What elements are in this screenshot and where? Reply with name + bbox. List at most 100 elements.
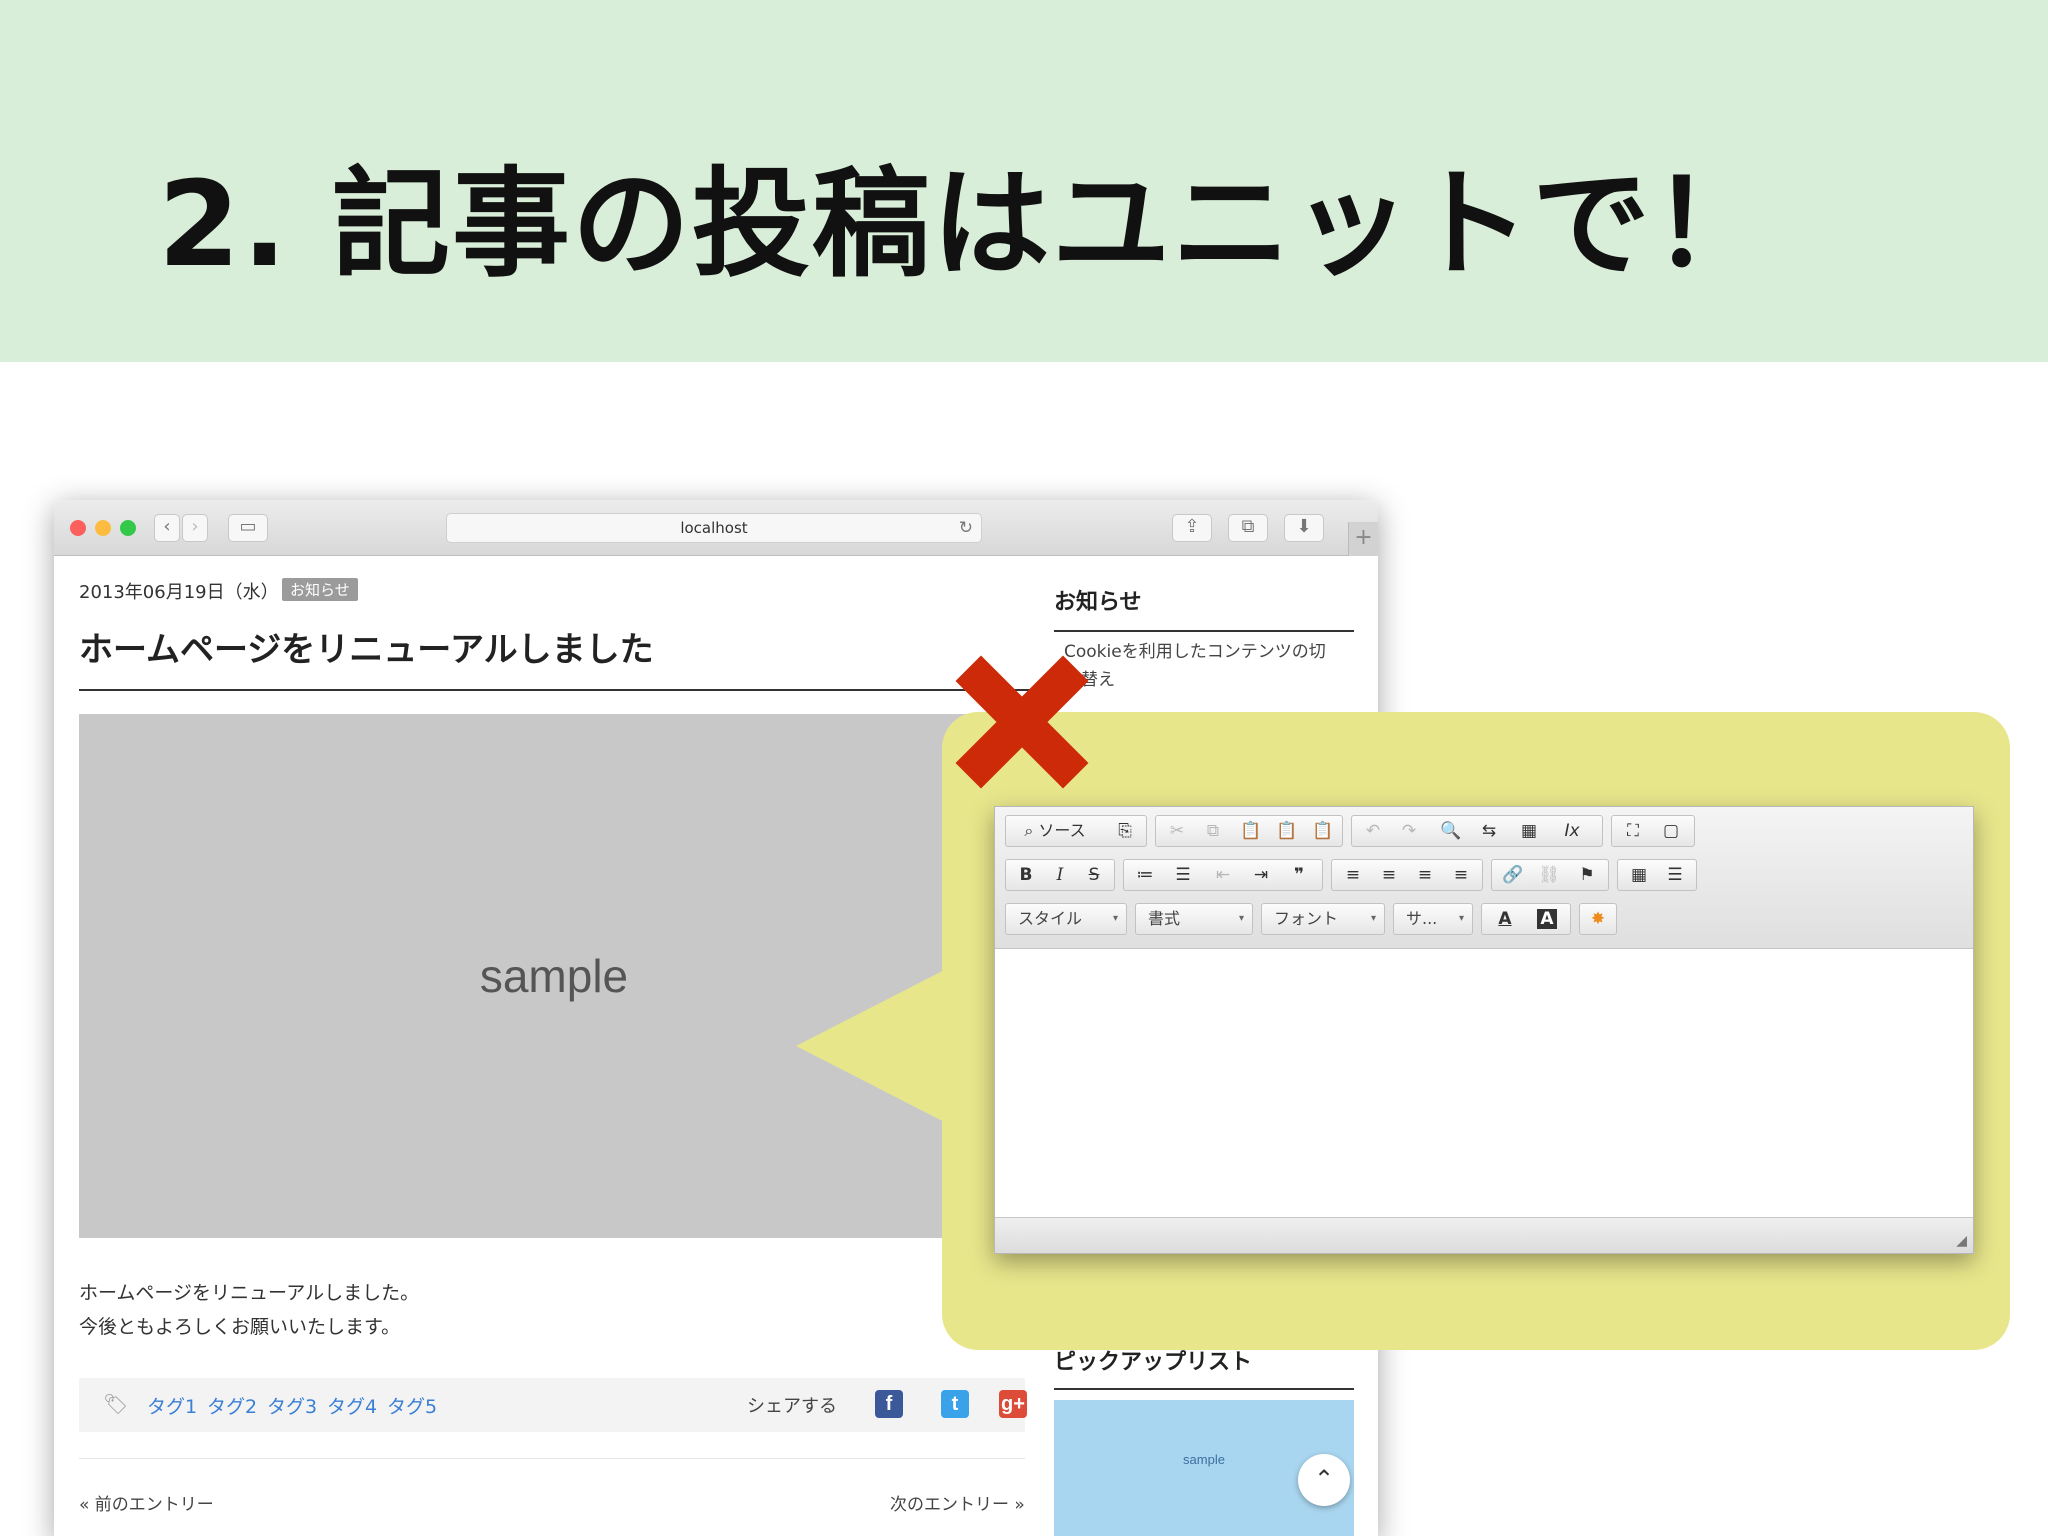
editor-toolbar: ⌕ ソース ⎘ ✂ ⧉ 📋 📋 📋 ↶ ↷ 🔍 ⇆ ▦ Ix ⛶ ▢ B I S (995, 807, 1973, 949)
paste-text-icon[interactable]: 📋 (1272, 816, 1302, 846)
facebook-share-icon[interactable]: f (875, 1390, 903, 1418)
googleplus-share-icon[interactable]: g+ (999, 1390, 1027, 1418)
prev-entry-link[interactable]: « 前のエントリー (79, 1490, 214, 1515)
format-select-label: 書式 (1148, 909, 1181, 928)
chevron-down-icon: ▾ (1112, 913, 1118, 924)
unlink-icon[interactable]: ⛓ (1534, 860, 1564, 890)
tag-icon: 🏷 (103, 1392, 129, 1416)
outdent-icon[interactable]: ⇤ (1208, 860, 1238, 890)
category-badge[interactable]: お知らせ (282, 578, 358, 601)
share-icon[interactable]: ⇪ (1172, 514, 1212, 542)
anchor-icon[interactable]: ⚑ (1572, 860, 1602, 890)
table-icon[interactable]: ▦ (1624, 860, 1654, 890)
font-select[interactable]: フォント ▾ (1261, 903, 1385, 935)
edit-group: ↶ ↷ 🔍 ⇆ ▦ Ix (1351, 815, 1603, 847)
tools-group: ⛶ ▢ (1611, 815, 1695, 847)
undo-icon[interactable]: ↶ (1358, 816, 1388, 846)
resize-grip-icon[interactable]: ◢ (1956, 1233, 1967, 1249)
close-window-button[interactable] (70, 520, 86, 536)
align-center-icon[interactable]: ≡ (1374, 860, 1404, 890)
paste-word-icon[interactable]: 📋 (1308, 816, 1338, 846)
horizontal-rule-icon[interactable]: ☰ (1660, 860, 1690, 890)
special-plugin-icon[interactable]: ✸ (1584, 904, 1612, 934)
find-icon[interactable]: 🔍 (1436, 816, 1466, 846)
style-select-label: スタイル (1018, 909, 1083, 928)
link-icon[interactable]: 🔗 (1498, 860, 1528, 890)
sidebar-news-link[interactable]: Cookieを利用したコンテンツの切り替え (1064, 638, 1334, 694)
reload-icon[interactable]: ↻ (959, 514, 973, 542)
sidebar-toggle-icon[interactable]: ▭ (228, 514, 268, 542)
numbered-list-icon[interactable]: ≔ (1130, 860, 1160, 890)
remove-format-icon[interactable]: Ix (1552, 816, 1592, 846)
cross-mark-icon (956, 656, 1088, 788)
bold-button[interactable]: B (1012, 860, 1040, 890)
paste-icon[interactable]: 📋 (1236, 816, 1266, 846)
insert-group: ▦ ☰ (1617, 859, 1697, 891)
sidebar-pickup-heading: ピックアップリスト (1054, 1344, 1354, 1390)
text-color-icon[interactable]: A (1488, 904, 1522, 934)
post-date: 2013年06月19日（水） (79, 582, 279, 603)
size-select-label: サ... (1406, 909, 1438, 928)
editor-content-area[interactable] (995, 949, 1973, 1217)
callout-tail (796, 964, 956, 1128)
indent-icon[interactable]: ⇥ (1246, 860, 1276, 890)
rich-text-editor: ⌕ ソース ⎘ ✂ ⧉ 📋 📋 📋 ↶ ↷ 🔍 ⇆ ▦ Ix ⛶ ▢ B I S (994, 806, 1974, 1254)
twitter-share-icon[interactable]: t (941, 1390, 969, 1418)
zoom-window-button[interactable] (120, 520, 136, 536)
post-body: ホームページをリニューアルしました。 今後ともよろしくお願いいたします。 (79, 1276, 419, 1344)
cut-icon[interactable]: ✂ (1162, 816, 1192, 846)
clipboard-group: ✂ ⧉ 📋 📋 📋 (1155, 815, 1343, 847)
tag-link[interactable]: タグ1 (147, 1392, 197, 1419)
italic-button[interactable]: I (1046, 860, 1074, 890)
next-entry-link[interactable]: 次のエントリー » (890, 1490, 1025, 1515)
color-group: A A (1481, 903, 1571, 935)
align-group: ≡ ≡ ≡ ≡ (1331, 859, 1483, 891)
font-select-label: フォント (1274, 909, 1339, 928)
copy-icon[interactable]: ⧉ (1198, 816, 1228, 846)
chevron-down-icon: ▾ (1370, 913, 1376, 924)
new-page-icon[interactable]: ⎘ (1110, 816, 1140, 846)
list-group: ≔ ☰ ⇤ ⇥ ❞ (1123, 859, 1323, 891)
chevron-down-icon: ▾ (1238, 913, 1244, 924)
slide-title: 2. 記事の投稿はユニットで！ (158, 155, 1773, 293)
strike-button[interactable]: S (1080, 860, 1108, 890)
size-select[interactable]: サ... ▾ (1393, 903, 1473, 935)
share-label: シェアする (747, 1396, 837, 1417)
blockquote-icon[interactable]: ❞ (1284, 860, 1314, 890)
format-select[interactable]: 書式 ▾ (1135, 903, 1253, 935)
scroll-to-top-icon[interactable]: ⌃ (1298, 1454, 1350, 1506)
align-right-icon[interactable]: ≡ (1410, 860, 1440, 890)
select-all-icon[interactable]: ▦ (1514, 816, 1544, 846)
special-group: ✸ (1579, 903, 1617, 935)
bg-color-icon[interactable]: A (1530, 904, 1564, 934)
redo-icon[interactable]: ↷ (1394, 816, 1424, 846)
maximize-icon[interactable]: ⛶ (1618, 816, 1648, 846)
back-icon[interactable]: ‹ (154, 514, 180, 542)
tabs-icon[interactable]: ⧉ (1228, 514, 1268, 542)
post-title: ホームページをリニューアルしました (79, 622, 1039, 691)
url-bar[interactable]: localhost ↻ (446, 513, 982, 543)
tag-link[interactable]: タグ5 (387, 1392, 437, 1419)
divider (79, 1458, 1025, 1459)
chevron-down-icon: ▾ (1458, 913, 1464, 924)
align-left-icon[interactable]: ≡ (1338, 860, 1368, 890)
tag-link[interactable]: タグ4 (327, 1392, 377, 1419)
show-blocks-icon[interactable]: ▢ (1656, 816, 1686, 846)
source-button[interactable]: ⌕ ソース (1012, 816, 1098, 846)
minimize-window-button[interactable] (95, 520, 111, 536)
basic-style-group: B I S (1005, 859, 1115, 891)
style-select[interactable]: スタイル ▾ (1005, 903, 1127, 935)
sidebar-news-heading: お知らせ (1054, 584, 1354, 632)
replace-icon[interactable]: ⇆ (1474, 816, 1504, 846)
source-group: ⌕ ソース ⎘ (1005, 815, 1147, 847)
tag-link[interactable]: タグ2 (207, 1392, 257, 1419)
tag-link[interactable]: タグ3 (267, 1392, 317, 1419)
bulleted-list-icon[interactable]: ☰ (1168, 860, 1198, 890)
post-body-line: 今後ともよろしくお願いいたします。 (79, 1316, 401, 1338)
forward-icon[interactable]: › (182, 514, 208, 542)
justify-icon[interactable]: ≡ (1446, 860, 1476, 890)
download-icon[interactable]: ⬇ (1284, 514, 1324, 542)
tag-bar: 🏷 タグ1 タグ2 タグ3 タグ4 タグ5 シェアする f t g+ (79, 1378, 1027, 1432)
link-group: 🔗 ⛓ ⚑ (1491, 859, 1609, 891)
new-tab-icon[interactable]: + (1348, 522, 1378, 556)
